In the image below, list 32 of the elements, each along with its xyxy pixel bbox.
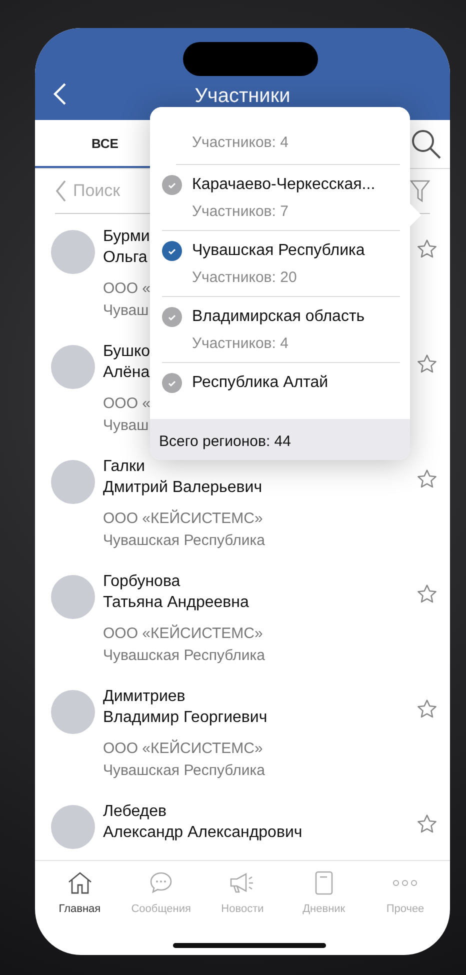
total-regions: Всего регионов: 44 xyxy=(150,419,410,460)
person-name: Димитриев xyxy=(103,687,186,707)
person-name: Владимир Георгиевич xyxy=(103,708,268,728)
organization: ООО «КЕЙСИСТЕМС» xyxy=(103,508,263,529)
region: Чуваш xyxy=(103,416,149,436)
region-name: Владимирская область xyxy=(192,308,365,326)
organization: ООО «КЕЙСИСТЕМС» xyxy=(103,624,263,644)
organization: ООО « xyxy=(103,279,151,299)
region: Чуваш xyxy=(103,301,149,321)
region-name: Чувашская Республика xyxy=(192,242,365,260)
participant-count: Участников: 4 xyxy=(192,335,290,352)
person-name: Татьяна Андреевна xyxy=(103,593,249,613)
region: Чувашская Республика xyxy=(103,761,265,781)
participant-count: Участников: 7 xyxy=(192,203,290,220)
person-name: Ольга xyxy=(103,248,148,268)
person-name: Дмитрий Валерьевич xyxy=(103,478,262,498)
person-name: Горбунова xyxy=(103,572,180,592)
region-name: Республика Алтай xyxy=(192,374,328,392)
region: Чувашская Республика xyxy=(103,646,265,666)
person-name: Бушко xyxy=(103,342,150,362)
person-name: Галки xyxy=(103,457,145,477)
participant-count: Участников: 4 xyxy=(192,134,288,151)
person-name: Бурми xyxy=(103,227,150,247)
person-name: Алёна xyxy=(103,363,150,383)
region-name: Карачаево-Черкесская... xyxy=(192,176,376,194)
organization: ООО «КЕЙСИСТЕМС» xyxy=(103,738,263,759)
organization: ООО « xyxy=(103,394,151,414)
person-name: Лебедев xyxy=(103,802,166,822)
region: Чувашская Республика xyxy=(103,531,265,551)
screen-title: Участники xyxy=(194,85,290,109)
person-name: Александр Александрович xyxy=(103,823,302,843)
participant-count: Участников: 20 xyxy=(192,269,298,286)
